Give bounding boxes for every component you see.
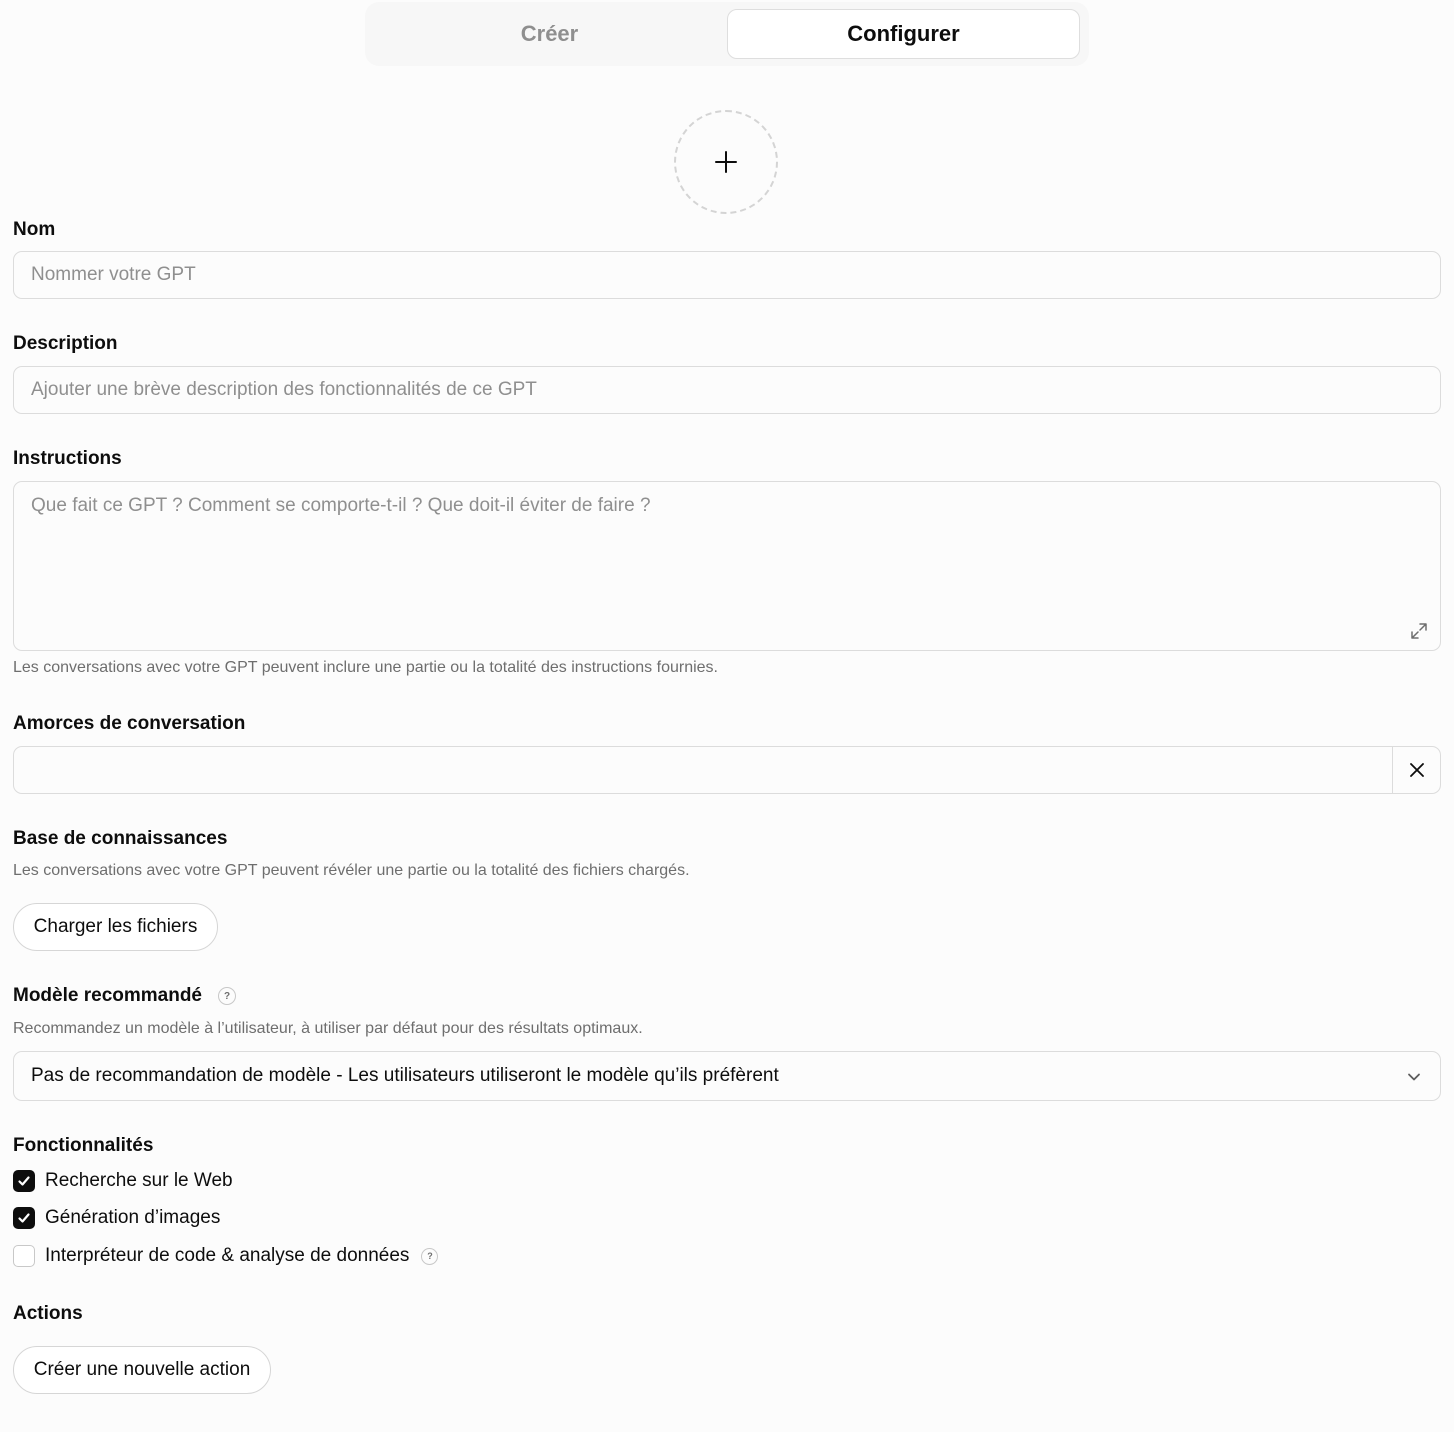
conversation-starter-field [13, 746, 1441, 794]
description-label: Description [13, 333, 118, 354]
instructions-hint: Les conversations avec votre GPT peuvent… [13, 659, 718, 676]
actions-label: Actions [13, 1303, 83, 1324]
close-icon [1409, 763, 1424, 777]
web-search-checkbox[interactable] [13, 1170, 35, 1192]
model-label: Modèle recommandé [13, 985, 202, 1006]
chevron-down-icon [1408, 1073, 1420, 1081]
mode-tabs: Créer Configurer [365, 2, 1089, 66]
model-select[interactable]: Pas de recommandation de modèle - Les ut… [13, 1051, 1441, 1101]
check-icon [18, 1213, 30, 1223]
capabilities-label: Fonctionnalités [13, 1135, 154, 1156]
model-select-value: Pas de recommandation de modèle - Les ut… [31, 1065, 779, 1086]
remove-starter-button[interactable] [1392, 747, 1440, 793]
conversation-starter-input[interactable] [14, 747, 1394, 793]
tab-create[interactable]: Créer [373, 9, 726, 59]
image-generation-checkbox[interactable] [13, 1207, 35, 1229]
instructions-label: Instructions [13, 448, 122, 469]
instructions-textarea[interactable] [13, 481, 1441, 651]
knowledge-label: Base de connaissances [13, 828, 228, 849]
name-label: Nom [13, 219, 56, 240]
plus-icon [715, 151, 737, 173]
code-interpreter-help-icon[interactable]: ? [421, 1247, 439, 1265]
description-input[interactable] [13, 366, 1441, 414]
upload-files-button[interactable]: Charger les fichiers [13, 903, 218, 951]
starters-label: Amorces de conversation [13, 713, 246, 734]
expand-icon[interactable] [1410, 622, 1428, 640]
knowledge-hint: Les conversations avec votre GPT peuvent… [13, 862, 690, 879]
code-interpreter-label: Interpréteur de code & analyse de donnée… [45, 1245, 410, 1266]
code-interpreter-checkbox[interactable] [13, 1245, 35, 1267]
capability-web-search: Recherche sur le Web [13, 1169, 233, 1193]
model-hint: Recommandez un modèle à l’utilisateur, à… [13, 1020, 643, 1037]
web-search-label: Recherche sur le Web [45, 1170, 233, 1191]
check-icon [18, 1176, 30, 1186]
name-input[interactable] [13, 251, 1441, 299]
capability-code-interpreter: Interpréteur de code & analyse de donnée… [13, 1244, 439, 1268]
tab-configure[interactable]: Configurer [727, 9, 1080, 59]
model-help-icon[interactable]: ? [218, 987, 236, 1005]
capability-image-generation: Génération d’images [13, 1206, 220, 1230]
image-generation-label: Génération d’images [45, 1207, 221, 1228]
create-action-button[interactable]: Créer une nouvelle action [13, 1346, 271, 1394]
avatar-upload-button[interactable] [674, 110, 778, 214]
